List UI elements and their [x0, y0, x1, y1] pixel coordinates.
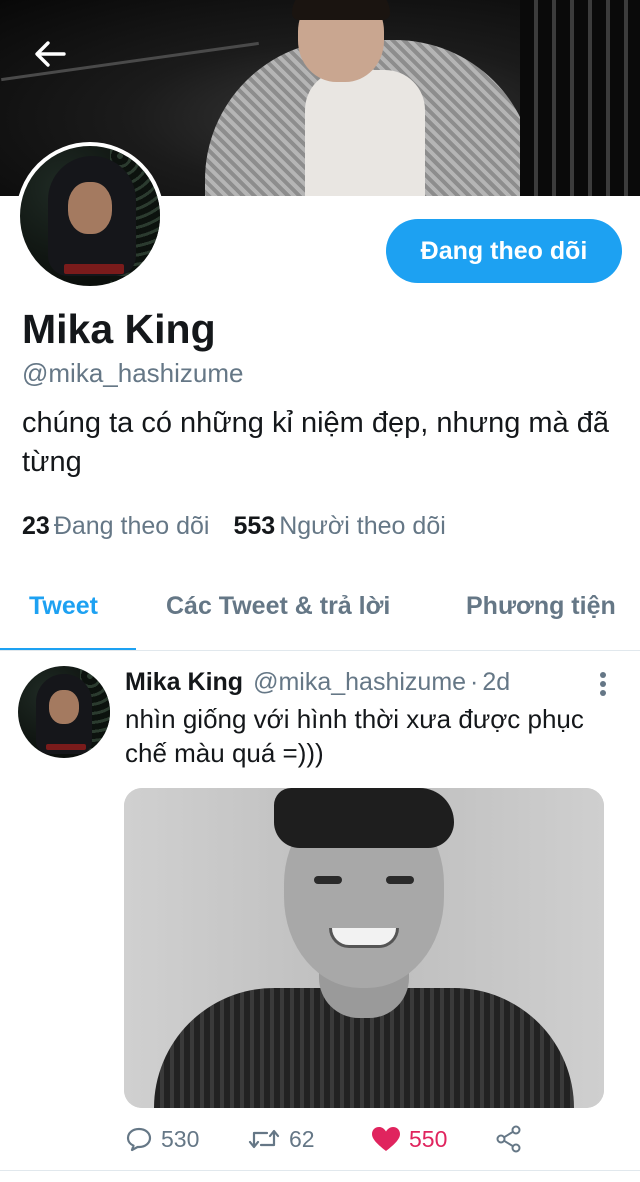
tweet-text: nhìn giống với hình thời xưa được phục c… — [125, 704, 584, 768]
heart-filled-icon — [372, 1127, 400, 1151]
profile-stats: 23 Đang theo dõi 553 Người theo dõi — [22, 512, 446, 541]
arrow-left-icon — [35, 41, 66, 67]
following-label: Đang theo dõi — [53, 512, 210, 540]
share-button[interactable] — [495, 1125, 523, 1153]
more-vertical-icon — [600, 672, 606, 696]
tab-tweets[interactable]: Tweet — [29, 592, 98, 621]
profile-bio: chúng ta có những kỉ niệm đẹp, nhưng mà … — [22, 407, 609, 478]
banner-hair — [292, 0, 390, 20]
back-button[interactable] — [28, 34, 72, 74]
tweet-divider — [0, 1170, 640, 1171]
reply-button[interactable]: 530 — [125, 1126, 199, 1153]
following-count: 23 — [22, 512, 50, 540]
profile-display-name: Mika King — [22, 306, 216, 352]
retweet-icon — [248, 1129, 280, 1149]
tweet-timestamp[interactable]: 2d — [482, 668, 510, 696]
tabs-divider — [0, 650, 640, 651]
reply-count: 530 — [161, 1125, 200, 1152]
like-count: 550 — [409, 1125, 448, 1152]
photo-hair — [274, 788, 454, 848]
tweet-photo[interactable] — [124, 788, 604, 1108]
following-button[interactable]: Đang theo dõi — [386, 219, 622, 283]
tab-tweets-and-replies[interactable]: Các Tweet & trả lời — [166, 592, 390, 621]
avatar-face — [49, 690, 79, 724]
avatar-face — [68, 182, 112, 234]
tweet-author-name[interactable]: Mika King — [125, 668, 243, 696]
photo-smile — [329, 928, 399, 948]
share-icon — [496, 1125, 521, 1153]
retweet-count: 62 — [289, 1125, 315, 1152]
followers-count: 553 — [233, 512, 276, 540]
banner-shirt — [305, 70, 425, 196]
tweet-more-button[interactable] — [588, 668, 618, 700]
photo-eyes — [314, 876, 414, 886]
avatar-hoodie-print — [46, 744, 86, 750]
tweet-header: Mika King @mika_hashizume · 2d — [125, 668, 510, 697]
profile-handle: @mika_hashizume — [22, 358, 244, 388]
profile-tabs: Tweet Các Tweet & trả lời Phương tiện — [0, 578, 640, 651]
banner-railing — [520, 0, 640, 196]
tweet-author-avatar[interactable] — [18, 666, 110, 758]
followers-stat[interactable]: 553 Người theo dõi — [234, 512, 446, 541]
followers-label: Người theo dõi — [279, 512, 446, 540]
tweet-author-handle[interactable]: @mika_hashizume — [253, 668, 466, 696]
reply-icon — [126, 1127, 152, 1152]
tweet-separator: · — [470, 668, 479, 696]
tab-media[interactable]: Phương tiện — [466, 592, 616, 621]
following-stat[interactable]: 23 Đang theo dõi — [22, 512, 210, 541]
like-button[interactable]: 550 — [371, 1126, 447, 1153]
retweet-button[interactable]: 62 — [247, 1126, 315, 1153]
profile-avatar[interactable] — [16, 142, 164, 290]
avatar-hoodie-print — [64, 264, 124, 274]
